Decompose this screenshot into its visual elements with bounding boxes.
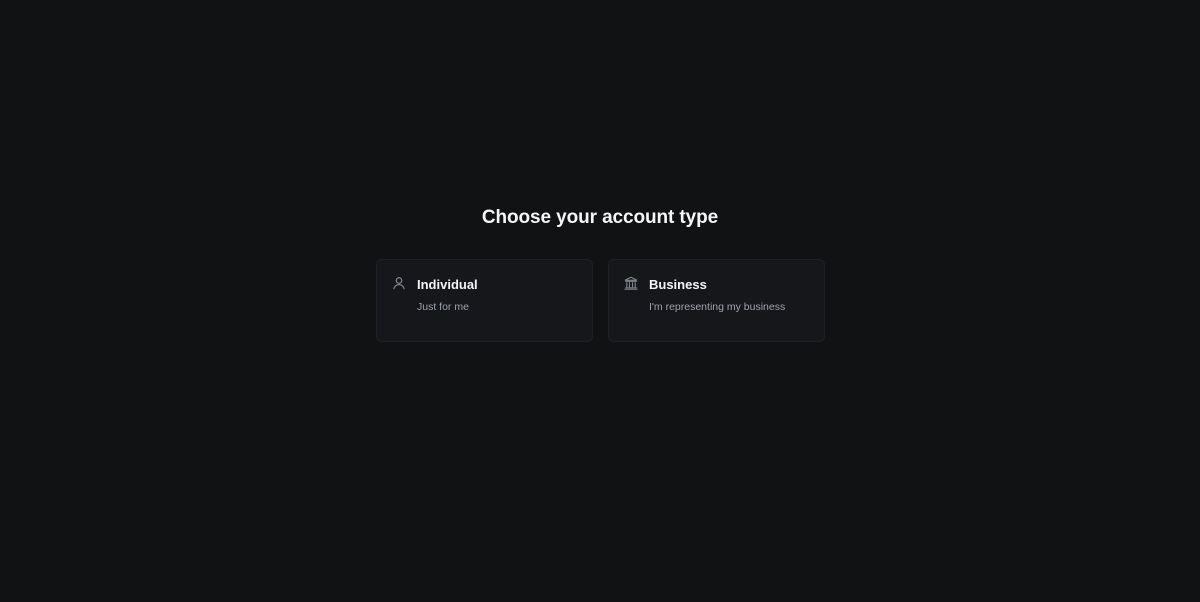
individual-option-card[interactable]: Individual Just for me bbox=[376, 259, 593, 342]
individual-option-description: Just for me bbox=[417, 301, 469, 313]
user-icon bbox=[392, 276, 406, 290]
business-option-label: Business bbox=[649, 277, 707, 292]
page-title: Choose your account type bbox=[481, 207, 719, 228]
account-type-page: Choose your account type Individual Just… bbox=[0, 0, 1200, 602]
bank-icon bbox=[624, 276, 638, 290]
business-option-card[interactable]: Business I'm representing my business bbox=[608, 259, 825, 342]
individual-option-label: Individual bbox=[417, 277, 478, 292]
business-option-description: I'm representing my business bbox=[649, 301, 786, 313]
account-type-options: Individual Just for me Business I'm repr… bbox=[376, 259, 825, 342]
